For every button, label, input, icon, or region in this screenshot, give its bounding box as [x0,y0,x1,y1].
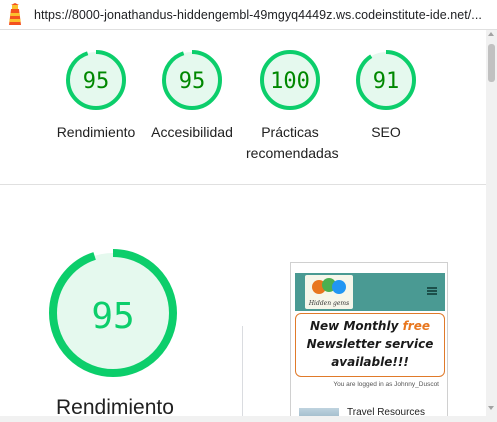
site-logo-graphic: Hidden gems [308,278,349,307]
horizontal-scrollbar[interactable] [0,416,486,422]
gauge-accessibility[interactable]: 95 Accesibilidad [146,48,238,143]
svg-text:Hidden gems: Hidden gems [308,300,349,307]
gauge-label: SEO [371,124,401,140]
page-screenshot-thumbnail[interactable]: Hidden gems New Monthly free Newsletter … [290,262,448,422]
page-url[interactable]: https://8000-jonathandus-hiddengembl-49m… [34,8,482,22]
scrollbar-thumb[interactable] [488,44,495,82]
scroll-up-icon[interactable] [488,32,494,36]
gauge-performance[interactable]: 95 Rendimiento [50,48,142,143]
gauge-ring: 91 [356,50,416,110]
gauge-seo[interactable]: 91 SEO [340,48,432,143]
scroll-down-icon[interactable] [488,406,494,410]
newsletter-banner: New Monthly free Newsletter service avai… [295,313,445,377]
thumbnail-header: Hidden gems [295,273,445,311]
gauge-label: Prácticas recomendadas [246,124,339,161]
gauge-score: 91 [373,69,400,94]
hamburger-menu-icon [427,287,437,295]
gauge-ring: 100 [260,50,320,110]
vertical-scrollbar[interactable] [486,30,497,422]
logged-in-status: You are logged in as Johnny_Duscot [333,381,439,388]
main-gauge: 95 [49,249,177,377]
gauge-label: Accesibilidad [151,124,233,140]
gauge-score: 100 [270,69,310,94]
site-logo: Hidden gems [305,275,353,309]
vertical-divider [242,326,243,422]
main-gauge-score: 95 [91,296,134,337]
lighthouse-icon [9,3,21,25]
gauge-score: 95 [179,69,206,94]
gauge-ring: 95 [66,50,126,110]
gauge-label: Rendimiento [56,124,136,140]
gauge-best-practices[interactable]: 100 Prácticas recomendadas [240,48,340,164]
gauge-score: 95 [83,69,110,94]
url-bar: https://8000-jonathandus-hiddengembl-49m… [0,0,497,30]
section-divider [0,184,486,185]
gauge-ring: 95 [162,50,222,110]
